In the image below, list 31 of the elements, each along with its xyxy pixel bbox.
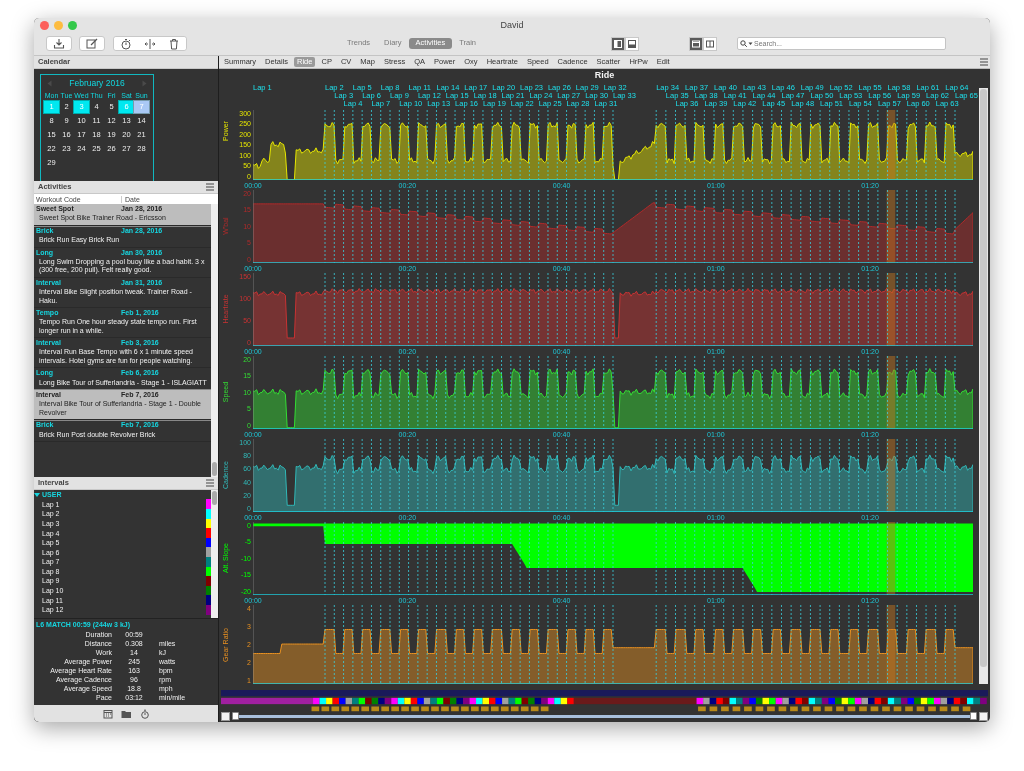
zoom-out-button[interactable] [221, 711, 230, 721]
edit-icon [86, 37, 98, 50]
zoom-in-button[interactable] [979, 711, 988, 721]
folder-icon[interactable] [120, 708, 132, 719]
scrollbar[interactable] [211, 489, 218, 618]
split-icon [144, 37, 156, 50]
interval-strip-drawing[interactable] [221, 689, 988, 712]
bottom-panel-icon [627, 38, 637, 49]
trash-icon [168, 37, 180, 50]
calendar-icon[interactable] [102, 708, 113, 719]
view-toggle-button[interactable] [625, 36, 639, 51]
chart-title: Ride [593, 69, 616, 82]
toolbar-button[interactable] [79, 36, 105, 51]
scrollbar[interactable] [232, 714, 977, 718]
scrollbar[interactable] [211, 204, 218, 477]
stopwatch-icon [120, 37, 132, 50]
stopwatch-icon[interactable] [139, 708, 150, 719]
disclosure-triangle-icon[interactable] [34, 491, 40, 498]
view-toggle-button[interactable] [689, 36, 703, 51]
search-icon [740, 40, 747, 47]
download-icon [53, 37, 65, 50]
view-toggle-button[interactable] [703, 36, 717, 51]
window-icon [691, 38, 701, 49]
sidebar-icon [613, 38, 623, 49]
scrollbar[interactable] [979, 88, 988, 684]
columns-icon [705, 38, 715, 49]
toolbar-button[interactable] [46, 36, 72, 51]
view-toggle-button[interactable] [611, 36, 625, 51]
month-title: February 2016 [69, 77, 125, 90]
caret-icon [748, 40, 753, 47]
window-title: David [500, 20, 524, 30]
